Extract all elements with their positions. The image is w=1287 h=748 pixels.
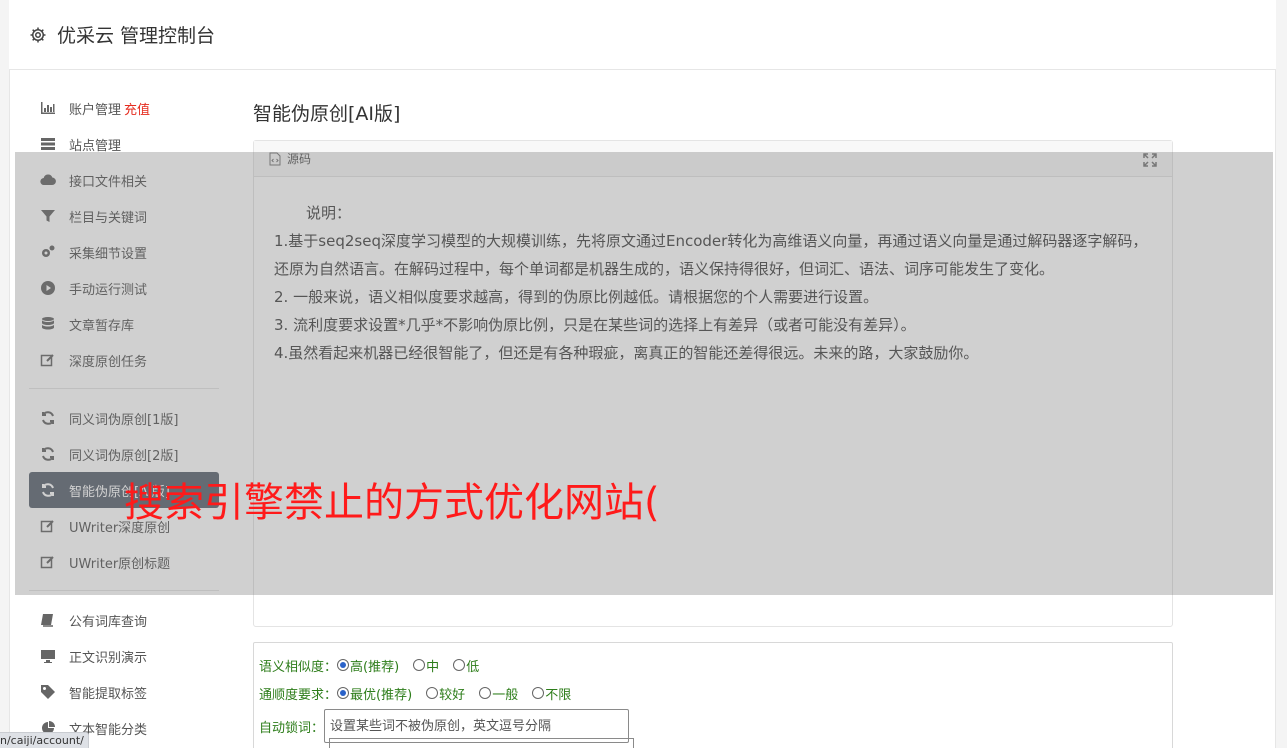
sidebar-item-public-lexicon[interactable]: 公有词库查询 xyxy=(29,602,219,638)
gear-icon xyxy=(30,27,46,42)
secondary-input[interactable] xyxy=(329,738,634,748)
radio-unchecked-icon[interactable] xyxy=(413,659,426,671)
fluency-normal-radio[interactable]: 一般 xyxy=(479,684,518,703)
book-icon xyxy=(40,612,56,628)
page-title: 智能伪原创[AI版] xyxy=(253,103,401,125)
sidebar-item-extract-tags[interactable]: 智能提取标签 xyxy=(29,674,219,710)
fluency-label: 通顺度要求： xyxy=(259,687,338,703)
main-content: 智能伪原创[AI版] 源码 说明： 1.基于seq2seq深度学习模型的大规模训… xyxy=(253,96,1173,748)
server-icon xyxy=(40,136,56,152)
radio-checked-icon[interactable] xyxy=(337,659,350,671)
similarity-low-radio[interactable]: 低 xyxy=(453,656,479,675)
sidebar-item-label: 公有词库查询 xyxy=(69,614,148,630)
fluency-row: 通顺度要求： 最优(推荐) 较好 一般 不限 xyxy=(259,679,1172,707)
tag-icon xyxy=(40,684,56,700)
radio-unchecked-icon[interactable] xyxy=(532,687,545,699)
similarity-medium-radio[interactable]: 中 xyxy=(413,656,439,675)
similarity-label: 语义相似度： xyxy=(259,659,338,675)
lock-words-label: 自动锁词： xyxy=(259,720,325,736)
sidebar-item-label: 智能提取标签 xyxy=(69,686,148,702)
options-panel: 语义相似度： 高(推荐) 中 低 通顺度要求： 最优(推荐) 较好 一般 不限 … xyxy=(253,642,1173,748)
sidebar-item-text-recognition[interactable]: 正文识别演示 xyxy=(29,638,219,674)
fluency-any-radio[interactable]: 不限 xyxy=(532,684,571,703)
sidebar-item-label: 站点管理 xyxy=(69,138,122,154)
app-title: 优采云 管理控制台 xyxy=(57,25,216,47)
similarity-row: 语义相似度： 高(推荐) 中 低 xyxy=(259,651,1172,679)
gray-overlay xyxy=(15,152,1273,595)
fluency-good-radio[interactable]: 较好 xyxy=(426,684,465,703)
sidebar-item-label: 账户管理 xyxy=(69,102,122,118)
sidebar-item-label: 正文识别演示 xyxy=(69,650,148,666)
status-bar-url: n/caiji/account/ xyxy=(0,732,89,748)
top-bar: 优采云 管理控制台 xyxy=(9,0,1276,70)
fluency-best-radio[interactable]: 最优(推荐) xyxy=(337,684,412,703)
radio-unchecked-icon[interactable] xyxy=(453,659,466,671)
monitor-icon xyxy=(40,648,56,664)
radio-unchecked-icon[interactable] xyxy=(426,687,439,699)
bar-chart-icon xyxy=(40,100,56,116)
radio-checked-icon[interactable] xyxy=(337,687,350,699)
overlay-caption: 搜索引擎禁止的方式优化网站( xyxy=(124,480,660,526)
radio-unchecked-icon[interactable] xyxy=(479,687,492,699)
app-root: 优采云 管理控制台 账户管理 充值 站点管理 接口文件相关 栏目与关键词 采集细… xyxy=(0,0,1287,748)
sidebar-item-account[interactable]: 账户管理 充值 xyxy=(29,90,219,126)
similarity-high-radio[interactable]: 高(推荐) xyxy=(337,656,399,675)
recharge-link[interactable]: 充值 xyxy=(124,99,150,118)
